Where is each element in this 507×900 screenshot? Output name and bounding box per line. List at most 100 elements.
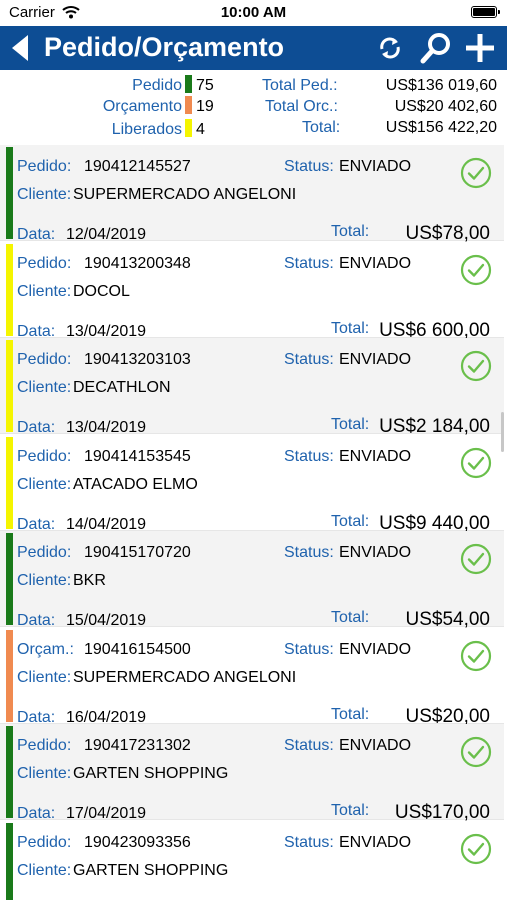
total-label: Total: xyxy=(331,223,370,240)
check-circle-icon xyxy=(460,833,492,865)
client-label: Cliente: xyxy=(17,668,72,686)
status-label: Status: xyxy=(284,640,334,658)
order-type-label: Pedido: xyxy=(17,158,72,175)
check-circle-icon xyxy=(460,543,492,575)
client-name: DOCOL xyxy=(73,282,130,300)
total-label: Total: xyxy=(331,705,370,723)
client-label: Cliente: xyxy=(17,765,72,782)
page-title: Pedido/Orçamento xyxy=(44,32,285,62)
total-pedidos-value: US$136 019,60 xyxy=(385,77,497,94)
total-orcamentos-label: Total Orc.: xyxy=(265,98,338,115)
order-type-indicator xyxy=(6,340,13,432)
legend-swatch-liberados xyxy=(185,119,192,137)
order-number: 190413200348 xyxy=(84,254,191,272)
order-type-indicator xyxy=(6,629,13,722)
client-label: Cliente: xyxy=(17,572,72,589)
client-label: Cliente: xyxy=(17,282,72,300)
client-name: BKR xyxy=(73,572,106,589)
order-type-indicator xyxy=(6,243,13,336)
count-value-pedido: 75 xyxy=(196,77,214,94)
status-label: Status: xyxy=(284,158,334,175)
summary-panel: Pedido 75 Orçamento 19 Liberados 4 Total… xyxy=(0,70,507,142)
status-bar: Carrier 10:00 AM xyxy=(0,0,507,26)
total-label: Total: xyxy=(331,609,370,626)
add-icon[interactable] xyxy=(464,32,496,64)
status-label: Status: xyxy=(284,544,334,561)
count-label-pedido: Pedido xyxy=(132,77,182,94)
refresh-icon[interactable] xyxy=(374,32,406,64)
status-label: Status: xyxy=(284,254,334,272)
count-value-orcamento: 19 xyxy=(196,98,214,115)
order-type-label: Pedido: xyxy=(17,351,72,368)
order-number: 190417231302 xyxy=(84,737,191,754)
grand-total-label: Total: xyxy=(302,119,341,136)
count-label-orcamento: Orçamento xyxy=(102,98,182,115)
check-circle-icon xyxy=(460,640,492,672)
order-status: ENVIADO xyxy=(339,447,412,465)
order-number: 190414153545 xyxy=(84,447,191,465)
order-row[interactable]: Pedido: 190413200348 Status: ENVIADO Cliente… xyxy=(0,242,504,341)
order-number: 190415170720 xyxy=(84,544,191,561)
order-row[interactable]: Orçam.: 190416154500 Status: ENVIADO Cliente… xyxy=(0,628,504,727)
order-row[interactable]: Pedido: 190412145527 Status: ENVIADO Cliente… xyxy=(0,145,504,244)
order-row[interactable]: Pedido: 190423093356 Status: ENVIADO Cliente… xyxy=(0,821,504,900)
order-type-indicator xyxy=(6,726,13,818)
order-status: ENVIADO xyxy=(339,254,412,272)
order-status: ENVIADO xyxy=(339,544,412,561)
order-type-label: Pedido: xyxy=(17,737,72,754)
check-circle-icon xyxy=(460,736,492,768)
client-label: Cliente: xyxy=(17,186,72,203)
client-name: SUPERMERCADO ANGELONI xyxy=(73,668,297,686)
count-value-liberados: 4 xyxy=(196,121,205,138)
total-label: Total: xyxy=(331,802,370,819)
battery-icon xyxy=(471,6,500,18)
order-type-label: Pedido: xyxy=(17,254,72,272)
order-type-indicator xyxy=(6,436,13,529)
client-label: Cliente: xyxy=(17,475,72,493)
total-orcamentos-value: US$20 402,60 xyxy=(394,98,497,115)
client-name: SUPERMERCADO ANGELONI xyxy=(73,186,297,203)
order-status: ENVIADO xyxy=(339,737,412,754)
status-label: Status: xyxy=(284,833,334,851)
order-number: 190416154500 xyxy=(84,640,191,658)
count-label-liberados: Liberados xyxy=(111,121,182,138)
order-type-label: Pedido: xyxy=(17,544,72,561)
check-circle-icon xyxy=(460,254,492,286)
total-label: Total: xyxy=(331,319,370,337)
clock: 10:00 AM xyxy=(220,4,287,21)
check-circle-icon xyxy=(460,447,492,479)
client-name: ATACADO ELMO xyxy=(73,475,198,493)
order-type-indicator xyxy=(6,822,13,900)
client-name: GARTEN SHOPPING xyxy=(73,861,229,879)
client-label: Cliente: xyxy=(17,861,72,879)
order-number: 190412145527 xyxy=(84,158,191,175)
order-type-label: Orçam.: xyxy=(17,640,74,658)
client-name: GARTEN SHOPPING xyxy=(73,765,229,782)
nav-bar: Pedido/Orçamento xyxy=(0,26,507,70)
order-list: Pedido: 190412145527 Status: ENVIADO Cliente… xyxy=(0,145,507,900)
order-status: ENVIADO xyxy=(339,640,412,658)
order-row[interactable]: Pedido: 190417231302 Status: ENVIADO Cliente… xyxy=(0,724,504,823)
order-row[interactable]: Pedido: 190415170720 Status: ENVIADO Cliente… xyxy=(0,531,504,630)
client-name: DECATHLON xyxy=(73,379,171,396)
check-circle-icon xyxy=(460,157,492,189)
total-label: Total: xyxy=(331,416,370,433)
order-status: ENVIADO xyxy=(339,833,412,851)
status-label: Status: xyxy=(284,447,334,465)
order-row[interactable]: Pedido: 190413203103 Status: ENVIADO Cliente… xyxy=(0,338,504,437)
back-arrow-icon[interactable] xyxy=(8,33,34,63)
order-type-label: Pedido: xyxy=(17,833,72,851)
order-number: 190413203103 xyxy=(84,351,191,368)
scrollbar[interactable] xyxy=(501,412,504,452)
order-type-indicator xyxy=(6,147,13,239)
client-label: Cliente: xyxy=(17,379,72,396)
order-status: ENVIADO xyxy=(339,351,412,368)
total-label: Total: xyxy=(331,512,370,530)
order-row[interactable]: Pedido: 190414153545 Status: ENVIADO Cliente… xyxy=(0,435,504,534)
order-number: 190423093356 xyxy=(84,833,191,851)
check-circle-icon xyxy=(460,350,492,382)
order-type-label: Pedido: xyxy=(17,447,72,465)
grand-total-value: US$156 422,20 xyxy=(385,119,497,136)
order-status: ENVIADO xyxy=(339,158,412,175)
search-icon[interactable] xyxy=(420,32,452,64)
